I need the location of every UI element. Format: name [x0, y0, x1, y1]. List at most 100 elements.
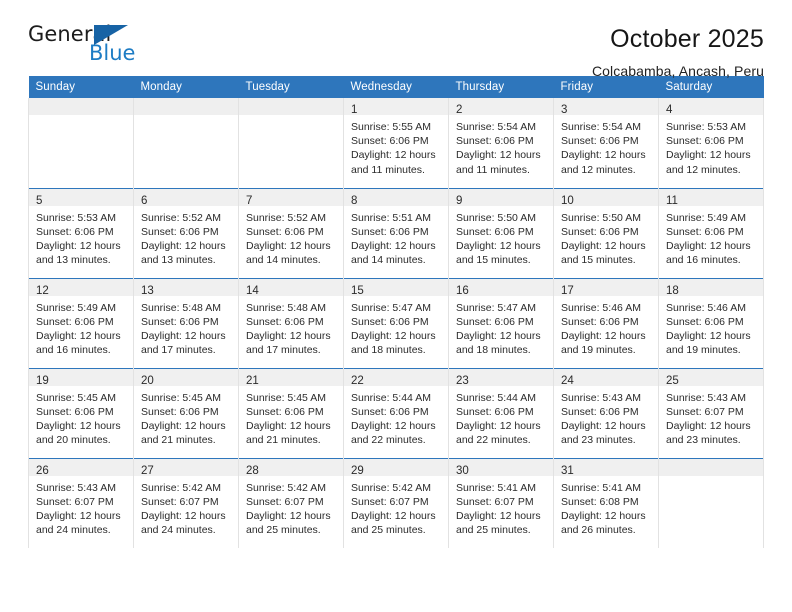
daylight-text: Daylight: 12 hours and 19 minutes. — [666, 329, 751, 357]
calendar-day-cell[interactable]: 12 Sunrise: 5:49 AM Sunset: 6:06 PM Dayligh… — [28, 277, 134, 368]
sunrise-text: Sunrise: 5:43 AM — [666, 391, 746, 404]
sunset-text: Sunset: 6:06 PM — [561, 135, 639, 148]
calendar-day-cell[interactable]: 27 Sunrise: 5:42 AM Sunset: 6:07 PM Dayligh… — [133, 457, 239, 548]
calendar-day-cell[interactable]: 16 Sunrise: 5:47 AM Sunset: 6:06 PM Dayligh… — [448, 277, 554, 368]
day-number-band: 16 — [449, 278, 553, 297]
calendar-day-cell[interactable]: 7 Sunrise: 5:52 AM Sunset: 6:06 PM Daylight… — [238, 187, 344, 278]
title-block: October 2025 Colcabamba, Ancash, Peru — [592, 24, 764, 78]
daylight-text: Daylight: 12 hours and 14 minutes. — [246, 239, 331, 267]
calendar-day-cell[interactable]: 19 Sunrise: 5:45 AM Sunset: 6:06 PM Dayligh… — [28, 367, 134, 458]
calendar-day-cell[interactable]: 20 Sunrise: 5:45 AM Sunset: 6:06 PM Dayligh… — [133, 367, 239, 458]
day-number-band: 13 — [134, 278, 238, 297]
calendar-day-cell[interactable]: 28 Sunrise: 5:42 AM Sunset: 6:07 PM Dayligh… — [238, 457, 344, 548]
daylight-text: Daylight: 12 hours and 22 minutes. — [456, 419, 541, 447]
calendar-day-cell[interactable]: 3 Sunrise: 5:54 AM Sunset: 6:06 PM Daylight… — [553, 98, 659, 188]
day-number: 13 — [141, 284, 154, 297]
day-cell-details: Sunrise: 5:53 AM Sunset: 6:06 PM Daylight:… — [659, 115, 763, 177]
day-cell-details: Sunrise: 5:52 AM Sunset: 6:06 PM Daylight:… — [239, 206, 343, 268]
day-number: 27 — [141, 464, 154, 477]
calendar-day-cell[interactable]: 4 Sunrise: 5:53 AM Sunset: 6:06 PM Daylight… — [658, 98, 764, 188]
day-number: 3 — [561, 104, 568, 116]
calendar-day-cell[interactable]: 26 Sunrise: 5:43 AM Sunset: 6:07 PM Dayligh… — [28, 457, 134, 548]
calendar-day-cell[interactable]: 13 Sunrise: 5:48 AM Sunset: 6:06 PM Dayligh… — [133, 277, 239, 368]
day-number: 6 — [141, 194, 148, 207]
calendar-day-cell[interactable]: 22 Sunrise: 5:44 AM Sunset: 6:06 PM Dayligh… — [343, 367, 449, 458]
day-number-band — [239, 98, 343, 115]
sunrise-text: Sunrise: 5:43 AM — [561, 391, 641, 404]
day-cell-details: Sunrise: 5:41 AM Sunset: 6:08 PM Daylight:… — [554, 476, 658, 538]
sunrise-text: Sunrise: 5:53 AM — [36, 211, 116, 224]
calendar-day-cell[interactable]: 10 Sunrise: 5:50 AM Sunset: 6:06 PM Dayligh… — [553, 187, 659, 278]
day-cell-details: Sunrise: 5:49 AM Sunset: 6:06 PM Daylight:… — [659, 206, 763, 268]
day-cell-details: Sunrise: 5:44 AM Sunset: 6:06 PM Daylight:… — [449, 386, 553, 448]
calendar-day-cell[interactable]: 9 Sunrise: 5:50 AM Sunset: 6:06 PM Daylight… — [448, 187, 554, 278]
daylight-text: Daylight: 12 hours and 14 minutes. — [351, 239, 436, 267]
calendar-day-cell[interactable]: 21 Sunrise: 5:45 AM Sunset: 6:06 PM Dayligh… — [238, 367, 344, 458]
day-number: 7 — [246, 194, 253, 207]
sunset-text: Sunset: 6:07 PM — [666, 405, 744, 418]
calendar-day-cell[interactable]: 25 Sunrise: 5:43 AM Sunset: 6:07 PM Dayligh… — [658, 367, 764, 458]
day-number: 2 — [456, 104, 463, 116]
sunrise-text: Sunrise: 5:44 AM — [456, 391, 536, 404]
day-number-band: 1 — [344, 98, 448, 116]
calendar-day-cell[interactable]: 29 Sunrise: 5:42 AM Sunset: 6:07 PM Dayligh… — [343, 457, 449, 548]
daylight-text: Daylight: 12 hours and 24 minutes. — [36, 509, 121, 537]
day-number-band: 15 — [344, 278, 448, 297]
sunrise-text: Sunrise: 5:49 AM — [666, 211, 746, 224]
weekday-header-thursday: Thursday — [448, 76, 554, 98]
day-number-band: 18 — [659, 278, 763, 297]
sunset-text: Sunset: 6:07 PM — [36, 495, 114, 508]
sunset-text: Sunset: 6:06 PM — [246, 315, 324, 328]
sunrise-text: Sunrise: 5:41 AM — [456, 481, 536, 494]
day-cell-details: Sunrise: 5:43 AM Sunset: 6:06 PM Daylight:… — [554, 386, 658, 448]
day-number-band: 11 — [659, 188, 763, 207]
calendar-day-cell[interactable]: 30 Sunrise: 5:41 AM Sunset: 6:07 PM Dayligh… — [448, 457, 554, 548]
logo-text-blue: Blue — [89, 41, 136, 65]
sunset-text: Sunset: 6:06 PM — [36, 405, 114, 418]
page-title: October 2025 — [610, 25, 764, 53]
calendar-day-cell[interactable]: 8 Sunrise: 5:51 AM Sunset: 6:06 PM Daylight… — [343, 187, 449, 278]
calendar-day-cell[interactable]: 31 Sunrise: 5:41 AM Sunset: 6:08 PM Dayligh… — [553, 457, 659, 548]
calendar-day-cell[interactable]: 11 Sunrise: 5:49 AM Sunset: 6:06 PM Dayligh… — [658, 187, 764, 278]
general-blue-logo[interactable]: General Blue — [28, 24, 138, 72]
day-cell-details: Sunrise: 5:43 AM Sunset: 6:07 PM Daylight:… — [659, 386, 763, 448]
day-number-band: 6 — [134, 188, 238, 207]
calendar-day-cell[interactable]: 23 Sunrise: 5:44 AM Sunset: 6:06 PM Dayligh… — [448, 367, 554, 458]
sunset-text: Sunset: 6:08 PM — [561, 495, 639, 508]
calendar-day-cell[interactable]: 24 Sunrise: 5:43 AM Sunset: 6:06 PM Dayligh… — [553, 367, 659, 458]
day-number-band — [29, 98, 133, 115]
day-number-band: 26 — [29, 458, 133, 477]
calendar-day-cell[interactable]: 1 Sunrise: 5:55 AM Sunset: 6:06 PM Daylight… — [343, 98, 449, 188]
sunrise-text: Sunrise: 5:46 AM — [561, 301, 641, 314]
daylight-text: Daylight: 12 hours and 19 minutes. — [561, 329, 646, 357]
day-number-band: 27 — [134, 458, 238, 477]
daylight-text: Daylight: 12 hours and 17 minutes. — [246, 329, 331, 357]
calendar-day-cell[interactable]: 5 Sunrise: 5:53 AM Sunset: 6:06 PM Daylight… — [28, 187, 134, 278]
calendar-day-cell[interactable]: 17 Sunrise: 5:46 AM Sunset: 6:06 PM Dayligh… — [553, 277, 659, 368]
sunset-text: Sunset: 6:06 PM — [141, 315, 219, 328]
sunset-text: Sunset: 6:06 PM — [141, 405, 219, 418]
day-number: 29 — [351, 464, 364, 477]
daylight-text: Daylight: 12 hours and 22 minutes. — [351, 419, 436, 447]
sunrise-sunset-calendar: Sunday Monday Tuesday Wednesday Thursday… — [28, 76, 764, 548]
calendar-day-cell[interactable]: 18 Sunrise: 5:46 AM Sunset: 6:06 PM Dayligh… — [658, 277, 764, 368]
calendar-day-cell-empty — [658, 457, 764, 548]
calendar-day-cell[interactable]: 15 Sunrise: 5:47 AM Sunset: 6:06 PM Dayligh… — [343, 277, 449, 368]
calendar-day-cell[interactable]: 6 Sunrise: 5:52 AM Sunset: 6:06 PM Daylight… — [133, 187, 239, 278]
calendar-day-cell[interactable]: 14 Sunrise: 5:48 AM Sunset: 6:06 PM Dayligh… — [238, 277, 344, 368]
day-number: 5 — [36, 194, 43, 207]
day-number: 12 — [36, 284, 49, 297]
sunset-text: Sunset: 6:06 PM — [246, 405, 324, 418]
weekday-header-saturday: Saturday — [658, 76, 764, 98]
calendar-day-cell[interactable]: 2 Sunrise: 5:54 AM Sunset: 6:06 PM Daylight… — [448, 98, 554, 188]
day-number: 31 — [561, 464, 574, 477]
sunrise-text: Sunrise: 5:48 AM — [141, 301, 221, 314]
sunrise-text: Sunrise: 5:54 AM — [456, 121, 536, 133]
day-number: 11 — [666, 194, 678, 207]
sunset-text: Sunset: 6:06 PM — [456, 135, 534, 148]
sunset-text: Sunset: 6:06 PM — [351, 315, 429, 328]
day-number-band: 22 — [344, 368, 448, 387]
day-number-band: 3 — [554, 98, 658, 116]
day-cell-details: Sunrise: 5:48 AM Sunset: 6:06 PM Daylight:… — [134, 296, 238, 358]
day-number: 4 — [666, 104, 673, 116]
